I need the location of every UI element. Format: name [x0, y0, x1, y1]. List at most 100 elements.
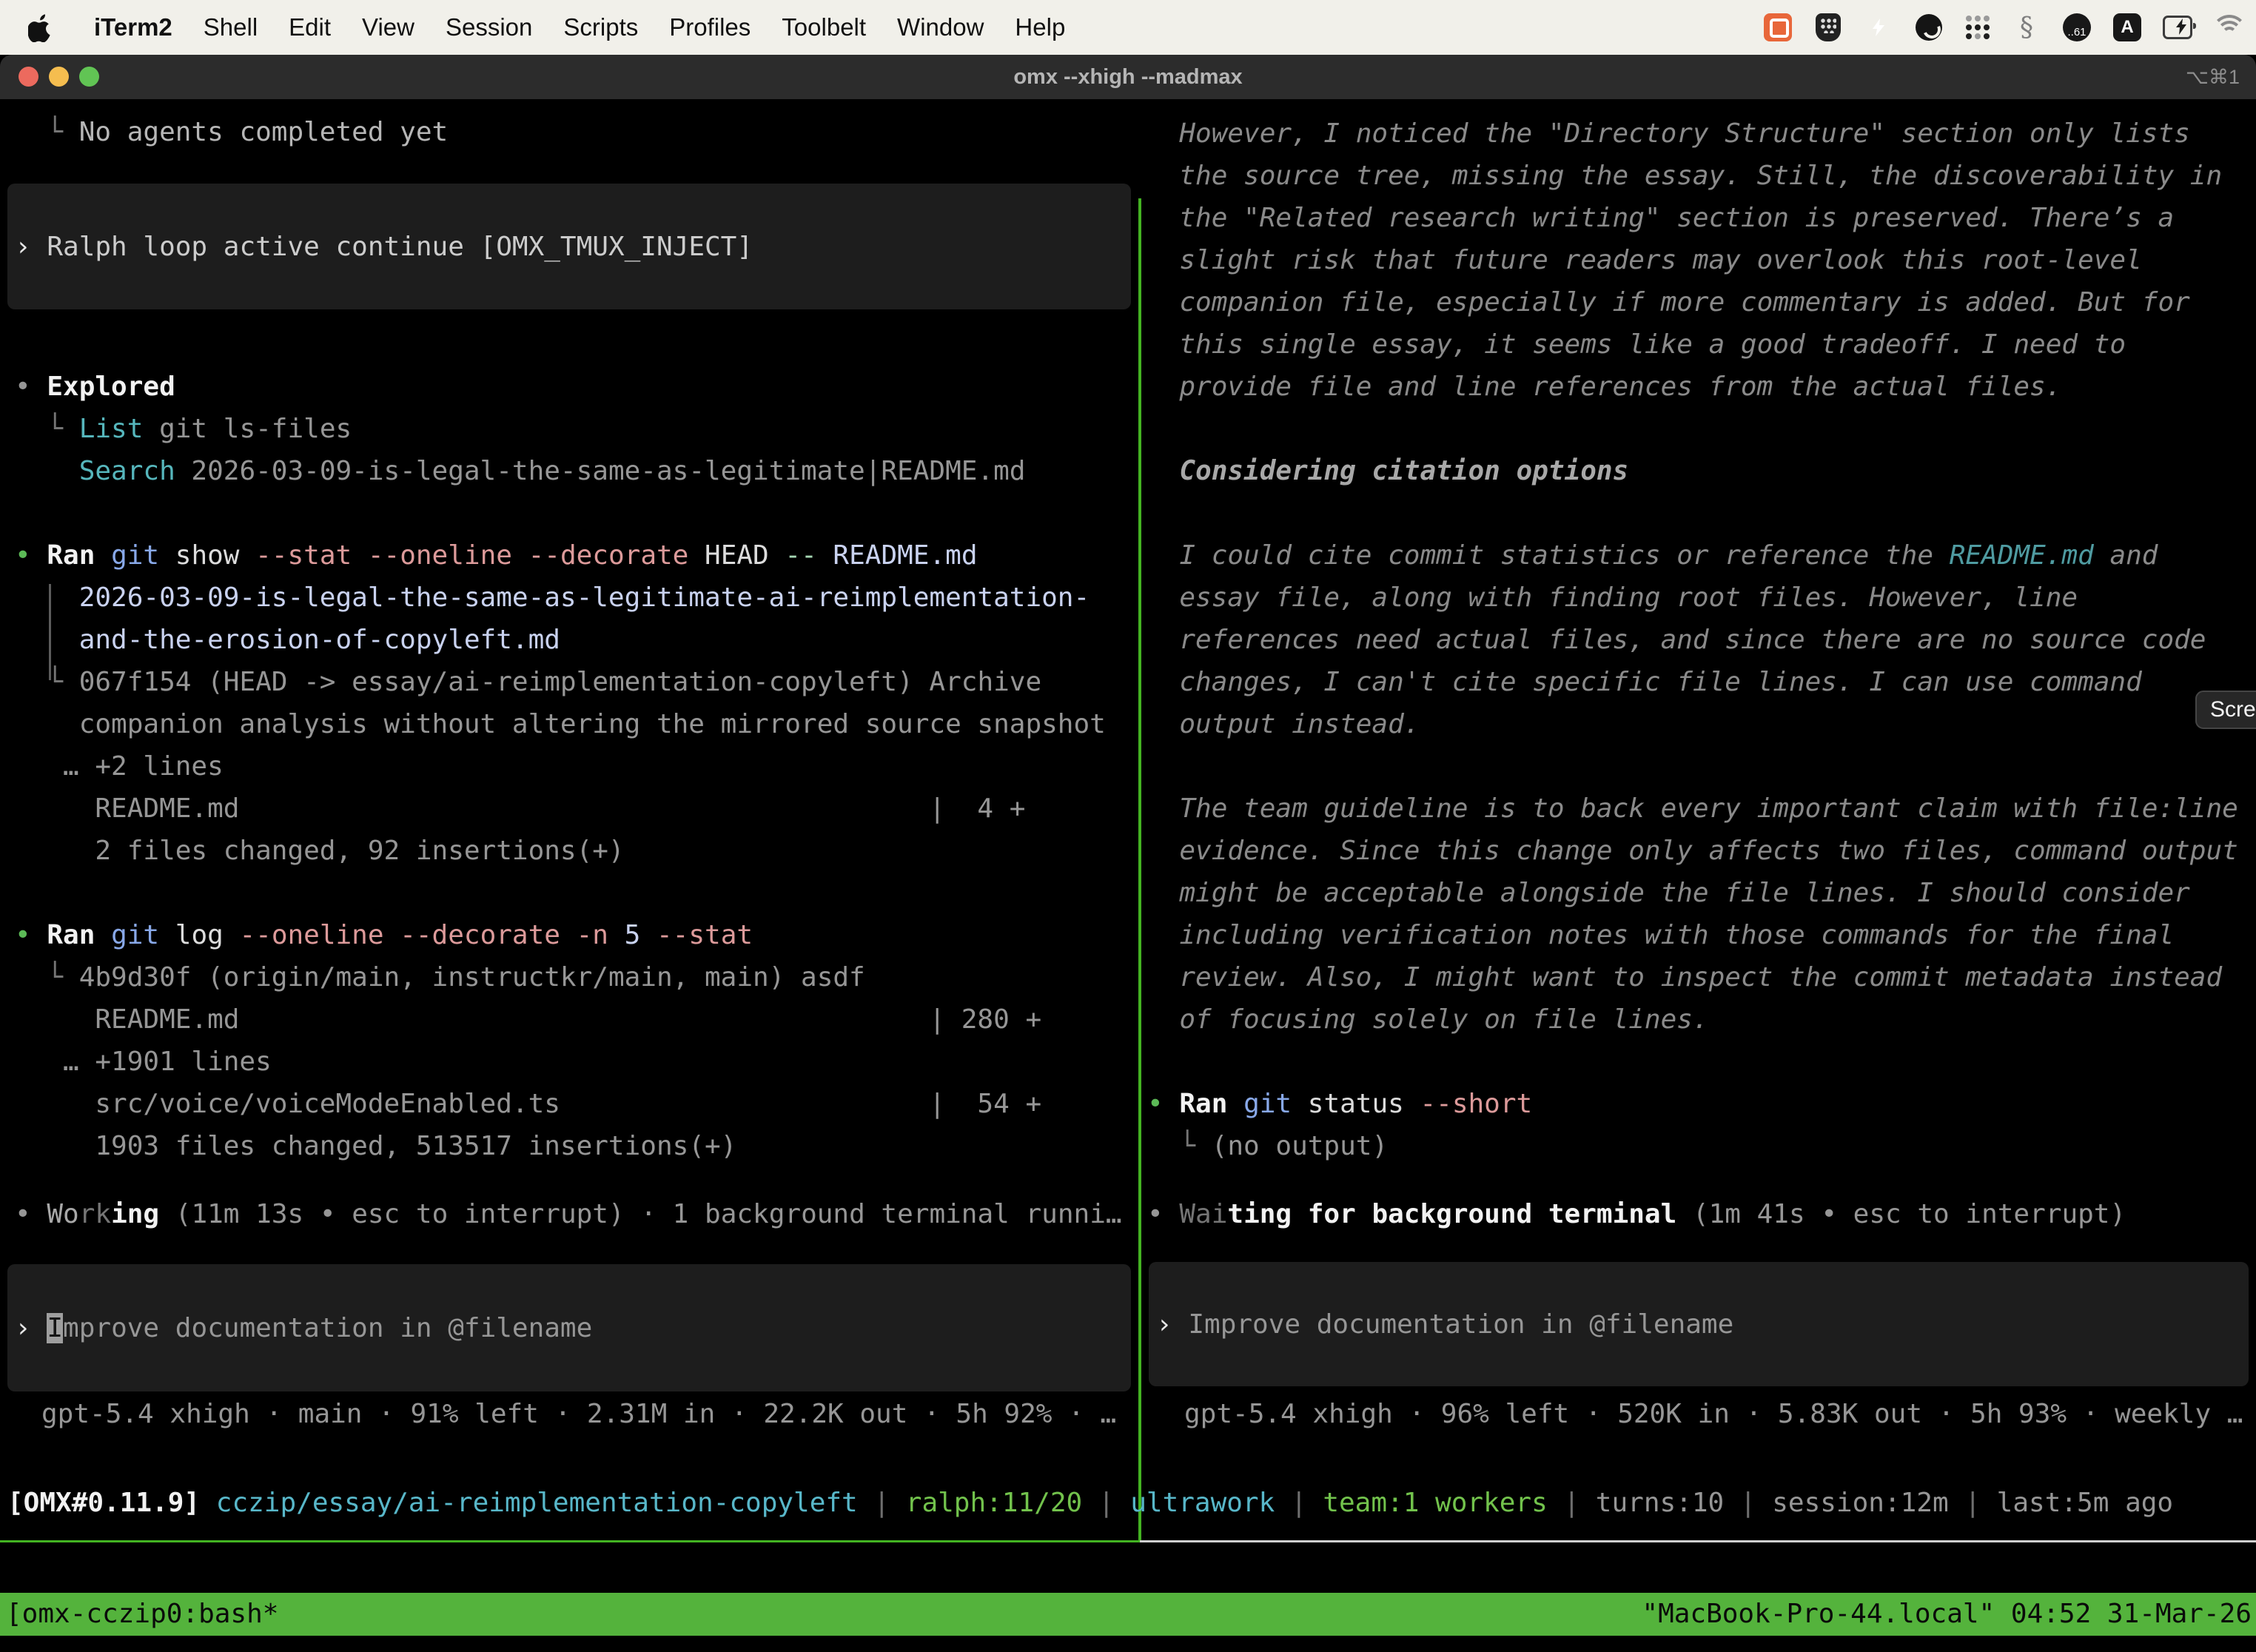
right-waiting-status: • Waiting for background terminal (1m 41…: [1147, 1193, 2126, 1235]
menu-bar: iTerm2ShellEditViewSessionScriptsProfile…: [0, 0, 2256, 55]
terminal-line: of focusing solely on file lines.: [1147, 998, 2238, 1041]
tmux-host-clock: "MacBook-Pro-44.local" 04:52 31-Mar-26: [1642, 1593, 2252, 1636]
terminal-line: gpt-5.4 xhigh · main · 91% left · 2.31M …: [41, 1393, 1116, 1435]
terminal-line: [OMX#0.11.9] cczip/essay/ai-reimplementa…: [7, 1482, 2173, 1524]
terminal-line: slight risk that future readers may over…: [1147, 239, 2238, 281]
menu-item-shell[interactable]: Shell: [188, 13, 273, 41]
terminal-line: 2026-03-09-is-legal-the-same-as-legitima…: [15, 577, 1106, 619]
menu-item-toolbelt[interactable]: Toolbelt: [766, 13, 882, 41]
terminal-line: • Working (11m 13s • esc to interrupt) ·…: [15, 1193, 1132, 1235]
terminal-line: • Explored: [15, 366, 1106, 408]
tmux-session-label: [omx-cczip0:bash*: [6, 1593, 278, 1636]
terminal-line: 1903 files changed, 513517 insertions(+): [15, 1125, 1106, 1167]
terminal-line: companion file, especially if more comme…: [1147, 281, 2238, 323]
right-prompt-input[interactable]: › Improve documentation in @filename: [1149, 1262, 2249, 1386]
bolt-icon[interactable]: [1864, 13, 1893, 42]
left-pane-bottom-border: [0, 1540, 1140, 1542]
terminal-line: › Improve documentation in @filename: [1156, 1303, 1733, 1346]
terminal-line: The team guideline is to back every impo…: [1147, 788, 2238, 830]
terminal-line: this single essay, it seems like a good …: [1147, 323, 2238, 366]
terminal-line: the source tree, missing the essay. Stil…: [1147, 155, 2238, 197]
terminal-line: provide file and line references from th…: [1147, 366, 2238, 408]
keyboard-layout-a-icon[interactable]: A: [2112, 13, 2142, 42]
terminal-line: Search 2026-03-09-is-legal-the-same-as-l…: [15, 450, 1106, 492]
tmux-status-bar: [omx-cczip0:bash* "MacBook-Pro-44.local"…: [0, 1593, 2256, 1636]
pane-divider[interactable]: [1138, 198, 1141, 1540]
terminal-line: the "Related research writing" section i…: [1147, 197, 2238, 239]
terminal-line: README.md | 280 +: [15, 998, 1106, 1041]
dots-grid-icon[interactable]: [1964, 14, 1991, 41]
battery-icon[interactable]: [2163, 13, 2192, 42]
terminal-line: 2 files changed, 92 insertions(+): [15, 830, 1106, 872]
terminal-line: gpt-5.4 xhigh · 96% left · 520K in · 5.8…: [1184, 1393, 2243, 1435]
left-inject-box[interactable]: › Ralph loop active continue [OMX_TMUX_I…: [7, 184, 1131, 309]
terminal-line: › Improve documentation in @filename: [15, 1307, 592, 1349]
left-working-status: • Working (11m 13s • esc to interrupt) ·…: [15, 1193, 1132, 1235]
terminal-line: might be acceptable alongside the file l…: [1147, 872, 2238, 914]
tree-connector-line: [49, 584, 51, 680]
wifi-icon[interactable]: [2213, 15, 2246, 40]
terminal-line: changes, I can't cite specific file line…: [1147, 661, 2238, 703]
terminal-line: references need actual files, and since …: [1147, 619, 2238, 661]
menu-item-iterm2[interactable]: iTerm2: [78, 13, 188, 41]
terminal-line: › Ralph loop active continue [OMX_TMUX_I…: [15, 226, 753, 268]
terminal-line: └ No agents completed yet: [15, 111, 448, 153]
screen-tooltip: Scre: [2195, 691, 2256, 729]
right-session-status: gpt-5.4 xhigh · 96% left · 520K in · 5.8…: [1184, 1393, 2243, 1435]
terminal-line: [1147, 1041, 2238, 1083]
menu-bar-items: iTerm2ShellEditViewSessionScriptsProfile…: [78, 13, 1081, 41]
terminal-line: output instead.: [1147, 703, 2238, 745]
window-title: omx --xhigh --madmax: [0, 55, 2256, 99]
right-pane-bottom-border: [1140, 1540, 2256, 1542]
terminal-line: └ 4b9d30f (origin/main, instructkr/main,…: [15, 956, 1106, 998]
omx-status-line: [OMX#0.11.9] cczip/essay/ai-reimplementa…: [7, 1482, 2173, 1524]
crescent-icon[interactable]: [1914, 13, 1944, 42]
left-prompt-input[interactable]: › Improve documentation in @filename: [7, 1264, 1131, 1391]
squiggle-icon[interactable]: §: [2012, 13, 2041, 42]
terminal-line: essay file, along with finding root file…: [1147, 577, 2238, 619]
right-pane-body: However, I noticed the "Directory Struct…: [1147, 113, 2238, 1167]
terminal-line: [1147, 408, 2238, 450]
window-shortcut-badge: ⌥⌘1: [2186, 55, 2240, 99]
left-pane-body: • Explored └ List git ls-files Search 20…: [15, 366, 1106, 1167]
terminal-line: └ 067f154 (HEAD -> essay/ai-reimplementa…: [15, 661, 1106, 703]
terminal: └ No agents completed yet › Ralph loop a…: [0, 99, 2256, 1652]
terminal-line: [1147, 492, 2238, 534]
badge-61-icon[interactable]: ..61: [2062, 13, 2092, 42]
menu-item-scripts[interactable]: Scripts: [548, 13, 654, 41]
terminal-line: review. Also, I might want to inspect th…: [1147, 956, 2238, 998]
menu-item-window[interactable]: Window: [882, 13, 999, 41]
terminal-line: README.md | 4 +: [15, 788, 1106, 830]
terminal-line: [15, 492, 1106, 534]
menu-item-session[interactable]: Session: [430, 13, 548, 41]
terminal-line: However, I noticed the "Directory Struct…: [1147, 113, 2238, 155]
terminal-line: [1147, 745, 2238, 788]
terminal-line: … +2 lines: [15, 745, 1106, 788]
left-scrollback-top: └ No agents completed yet: [15, 111, 448, 153]
shield-grid-icon[interactable]: [1813, 13, 1843, 42]
menu-item-edit[interactable]: Edit: [273, 13, 346, 41]
terminal-line: • Waiting for background terminal (1m 41…: [1147, 1193, 2126, 1235]
menu-bar-status-icons: § ..61 A: [1763, 0, 2246, 55]
terminal-line: src/voice/voiceModeEnabled.ts | 54 +: [15, 1083, 1106, 1125]
menu-item-view[interactable]: View: [346, 13, 430, 41]
screen: iTerm2ShellEditViewSessionScriptsProfile…: [0, 0, 2256, 1652]
terminal-line: └ (no output): [1147, 1125, 2238, 1167]
terminal-line: I could cite commit statistics or refere…: [1147, 534, 2238, 577]
menu-item-profiles[interactable]: Profiles: [654, 13, 766, 41]
terminal-line: • Ran git status --short: [1147, 1083, 2238, 1125]
apple-menu-icon[interactable]: [28, 13, 53, 42]
terminal-line: [15, 872, 1106, 914]
menu-item-help[interactable]: Help: [999, 13, 1081, 41]
terminal-line: └ List git ls-files: [15, 408, 1106, 450]
terminal-line: evidence. Since this change only affects…: [1147, 830, 2238, 872]
terminal-line: including verification notes with those …: [1147, 914, 2238, 956]
chat-icon[interactable]: [1763, 13, 1793, 42]
terminal-line: and-the-erosion-of-copyleft.md: [15, 619, 1106, 661]
terminal-line: … +1901 lines: [15, 1041, 1106, 1083]
terminal-line: • Ran git log --oneline --decorate -n 5 …: [15, 914, 1106, 956]
left-session-status: gpt-5.4 xhigh · main · 91% left · 2.31M …: [41, 1393, 1116, 1435]
terminal-line: Considering citation options: [1147, 450, 2238, 492]
terminal-line: companion analysis without altering the …: [15, 703, 1106, 745]
terminal-line: • Ran git show --stat --oneline --decora…: [15, 534, 1106, 577]
